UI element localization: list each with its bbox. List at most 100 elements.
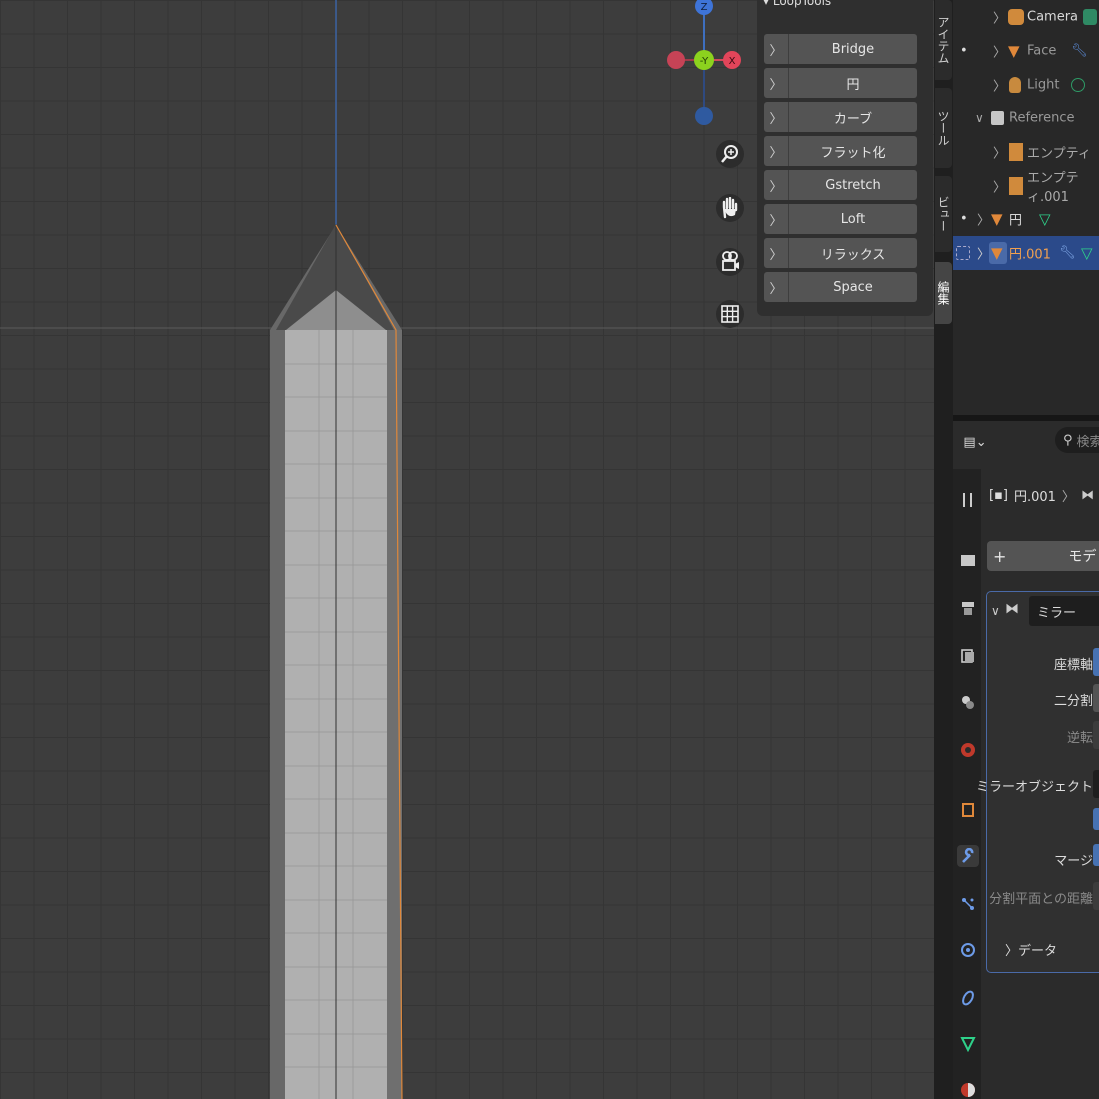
chevron-right-icon: 〉 — [764, 68, 789, 98]
view-layer-icon[interactable] — [957, 645, 979, 667]
bisect-distance-field[interactable] — [1093, 882, 1099, 910]
plus-icon: + — [993, 546, 1007, 566]
zoom-icon[interactable] — [716, 140, 744, 168]
looptools-loft-button[interactable]: 〉 Loft — [764, 204, 917, 234]
mirror-object-field[interactable] — [1093, 770, 1099, 798]
light-icon — [1009, 77, 1021, 93]
search-placeholder: 検索 — [1076, 434, 1099, 450]
looptools-relax-button[interactable]: 〉 リラックス — [764, 238, 917, 268]
looptools-item-label: Bridge — [831, 41, 875, 57]
looptools-item-label: Gstretch — [825, 177, 881, 193]
gizmo-z-label: Z — [701, 2, 708, 13]
outliner-row[interactable]: ∨ Reference — [953, 101, 1099, 135]
physics-icon[interactable] — [957, 939, 979, 961]
properties-editor: ▤⌄ ⚲検索 [▪] 円.001 〉 ⧓ ミ + モデ ∨ ⧓ ミラー — [953, 421, 1099, 1099]
scene-icon[interactable] — [957, 691, 979, 713]
hand-pan-icon[interactable] — [716, 194, 744, 222]
visibility-dot-icon[interactable]: • — [960, 212, 968, 227]
data-subpanel-label: データ — [1018, 944, 1058, 959]
outliner-row[interactable]: • 〉 ▼ 円 ▽ — [953, 202, 1099, 236]
clipping-checkbox[interactable] — [1093, 808, 1099, 830]
outliner: 〉 Camera • 〉 ▼ Face 🔧︎ 〉 Light ∨ Referen… — [953, 0, 1099, 415]
tab-view[interactable]: ビュー — [935, 176, 952, 252]
data-subpanel-header[interactable]: 〉データ — [1005, 940, 1057, 959]
merge-checkbox[interactable] — [1093, 844, 1099, 866]
editor-type-button[interactable]: ▤⌄ — [961, 429, 989, 455]
modifier-wrench-icon[interactable] — [957, 845, 979, 867]
ortho-grid-icon[interactable] — [716, 300, 744, 328]
expand-chevron-icon[interactable]: 〉 — [993, 8, 1006, 27]
looptools-curve-button[interactable]: 〉 カーブ — [764, 102, 917, 132]
object-icon[interactable] — [957, 799, 979, 821]
image-empty-icon — [1009, 143, 1023, 161]
light-data-icon — [1071, 78, 1085, 92]
tab-item[interactable]: アイテム — [935, 0, 952, 80]
chevron-right-icon: 〉 — [764, 136, 789, 166]
navigation-gizmo[interactable]: Z X -Y — [660, 0, 750, 140]
outliner-row-label: Face — [1027, 43, 1057, 59]
looptools-item-label: フラット化 — [820, 145, 886, 161]
outliner-row[interactable]: 〉 エンプティ — [953, 135, 1099, 169]
tool-settings-icon[interactable] — [957, 489, 979, 511]
sidebar-tabs: アイテム ツール ビュー 編集 — [934, 0, 953, 1099]
collapse-chevron-icon[interactable]: ∨ — [975, 111, 984, 125]
outliner-row[interactable]: 〉 エンプティ.001 — [953, 169, 1099, 205]
3d-viewport[interactable]: Z X -Y ▾ LoopTools 〉 Bridge 〉円 〉カーブ 〉フラット… — [0, 0, 934, 1099]
add-modifier-label: モデ — [1068, 549, 1097, 565]
particles-icon[interactable] — [957, 893, 979, 915]
modifier-name-field[interactable]: ミラー — [1029, 596, 1099, 626]
looptools-item-label: リラックス — [820, 247, 886, 263]
expand-chevron-icon[interactable]: 〉 — [977, 210, 990, 229]
material-icon[interactable] — [957, 1079, 979, 1099]
collection-icon — [991, 111, 1004, 125]
outliner-row-label: Camera — [1027, 9, 1079, 25]
outliner-row-label: 円.001 — [1009, 247, 1051, 263]
constraints-icon[interactable] — [957, 987, 979, 1009]
render-icon[interactable] — [957, 549, 979, 571]
expand-chevron-icon[interactable]: 〉 — [993, 143, 1006, 162]
image-empty-icon — [1009, 177, 1023, 195]
outliner-row-label: エンプティ.001 — [1027, 171, 1079, 205]
tab-edit[interactable]: 編集 — [935, 262, 952, 324]
outliner-row[interactable]: • 〉 ▼ Face 🔧︎ — [953, 34, 1099, 68]
looptools-space-button[interactable]: 〉 Space — [764, 272, 917, 302]
looptools-header[interactable]: ▾ LoopTools — [763, 0, 831, 8]
looptools-flatten-button[interactable]: 〉 フラット化 — [764, 136, 917, 166]
tab-tool[interactable]: ツール — [935, 88, 952, 168]
search-icon: ⚲ — [1063, 432, 1073, 448]
gizmo-x-label: X — [729, 56, 736, 67]
visibility-dot-icon[interactable]: • — [960, 44, 968, 59]
search-field[interactable]: ⚲ 検索 — [1055, 427, 1099, 453]
looptools-gstretch-button[interactable]: 〉 Gstretch — [764, 170, 917, 200]
camera-view-icon[interactable] — [716, 248, 744, 276]
expand-chevron-icon[interactable]: 〉 — [993, 76, 1006, 95]
collapse-chevron-icon[interactable]: ∨ — [991, 604, 1000, 618]
mesh-side-face — [387, 330, 402, 1099]
looptools-bridge-button[interactable]: 〉 Bridge — [764, 34, 917, 64]
axis-label: 座標軸 — [1053, 658, 1093, 673]
expand-chevron-icon: 〉 — [1005, 944, 1019, 959]
breadcrumb: [▪] 円.001 〉 ⧓ ミ — [989, 483, 1099, 507]
chevron-right-icon: 〉 — [764, 238, 789, 268]
output-icon[interactable] — [957, 597, 979, 619]
world-icon[interactable] — [957, 739, 979, 761]
object-box-icon: [▪] — [989, 487, 1008, 503]
bisect-x-toggle[interactable] — [1093, 684, 1099, 712]
flip-x-toggle[interactable] — [1093, 721, 1099, 749]
outliner-row-label: Reference — [1009, 110, 1075, 126]
outliner-row-selected[interactable]: 〉 ▼ 円.001 🔧︎ ▽ — [953, 236, 1099, 270]
bisect-distance-label: 分割平面との距離 — [989, 892, 1093, 907]
looptools-title: LoopTools — [772, 0, 832, 8]
chevron-right-icon: 〉 — [764, 204, 789, 234]
outliner-row[interactable]: 〉 Light — [953, 68, 1099, 102]
chevron-right-icon: 〉 — [764, 34, 789, 64]
looptools-circle-button[interactable]: 〉円 — [764, 68, 917, 98]
axis-x-toggle[interactable] — [1093, 648, 1099, 676]
mesh-data-icon[interactable] — [957, 1033, 979, 1055]
wrench-icon: 🔧︎ — [1071, 43, 1088, 59]
edit-mode-icon[interactable] — [956, 246, 970, 260]
expand-chevron-icon[interactable]: 〉 — [993, 42, 1006, 61]
expand-chevron-icon[interactable]: 〉 — [993, 177, 1006, 196]
outliner-row[interactable]: 〉 Camera — [953, 0, 1099, 34]
add-modifier-button[interactable]: + モデ — [987, 541, 1099, 571]
